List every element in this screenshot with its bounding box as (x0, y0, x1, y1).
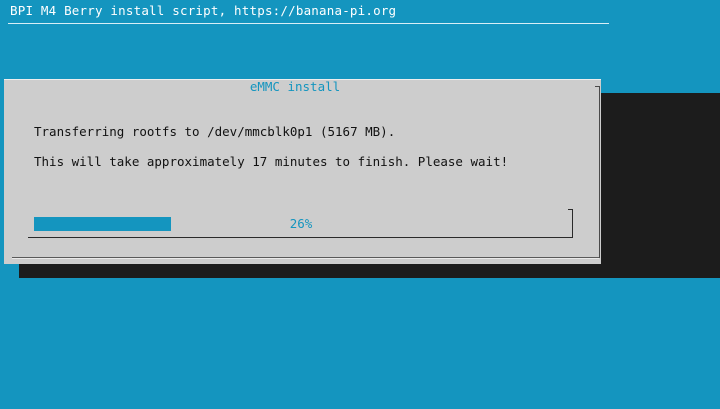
gauge-frame-bottom (28, 237, 573, 238)
transfer-message: Transferring rootfs to /dev/mmcblk0p1 (5… (34, 124, 396, 139)
progress-percent-label: 26% (289, 216, 313, 231)
install-dialog: eMMC install Transferring rootfs to /dev… (4, 79, 601, 264)
backtitle: BPI M4 Berry install script, https://ban… (10, 3, 397, 18)
dialog-frame-right (597, 86, 600, 258)
dialog-frame-bottom-highlight (12, 258, 599, 259)
wait-message: This will take approximately 17 minutes … (34, 154, 509, 169)
dialog-title: eMMC install (249, 79, 341, 94)
backtitle-rule (8, 23, 609, 24)
progress-gauge: 26% (28, 209, 574, 238)
